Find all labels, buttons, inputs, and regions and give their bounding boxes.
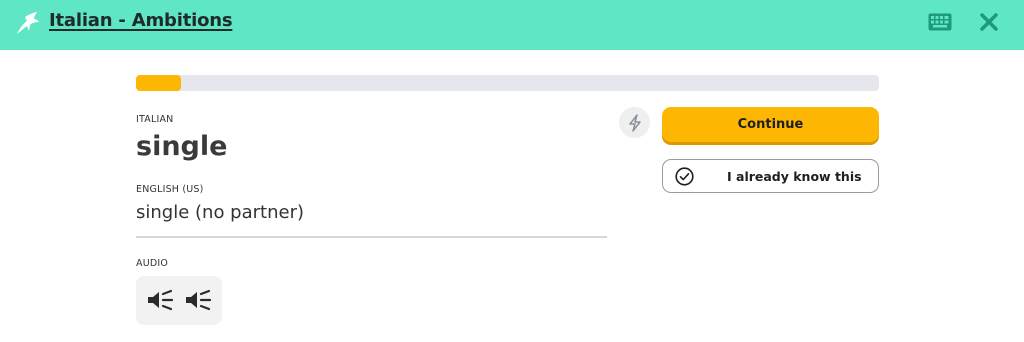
close-icon[interactable] xyxy=(980,13,998,31)
learning-word: single xyxy=(136,131,228,162)
already-know-label: I already know this xyxy=(727,169,862,184)
lightning-button[interactable] xyxy=(619,107,650,138)
logo-icon[interactable] xyxy=(14,9,42,37)
already-know-button[interactable]: I already know this xyxy=(662,159,879,193)
speaker-icon[interactable] xyxy=(184,289,212,311)
target-language-label: ENGLISH (US) xyxy=(136,184,204,195)
divider xyxy=(136,236,607,238)
continue-button[interactable]: Continue xyxy=(662,107,879,142)
session-progress-bar xyxy=(136,75,879,91)
audio-panel xyxy=(136,276,222,325)
keyboard-icon[interactable] xyxy=(928,13,952,31)
speaker-icon[interactable] xyxy=(146,289,174,311)
top-bar: Italian - Ambitions xyxy=(0,0,1024,50)
session-progress-fill xyxy=(136,75,181,91)
audio-label: AUDIO xyxy=(136,258,169,269)
lightning-icon xyxy=(628,113,641,132)
word-translation: single (no partner) xyxy=(136,202,304,223)
course-title-link[interactable]: Italian - Ambitions xyxy=(49,10,233,31)
source-language-label: ITALIAN xyxy=(136,114,174,125)
check-circle-icon xyxy=(675,167,694,186)
